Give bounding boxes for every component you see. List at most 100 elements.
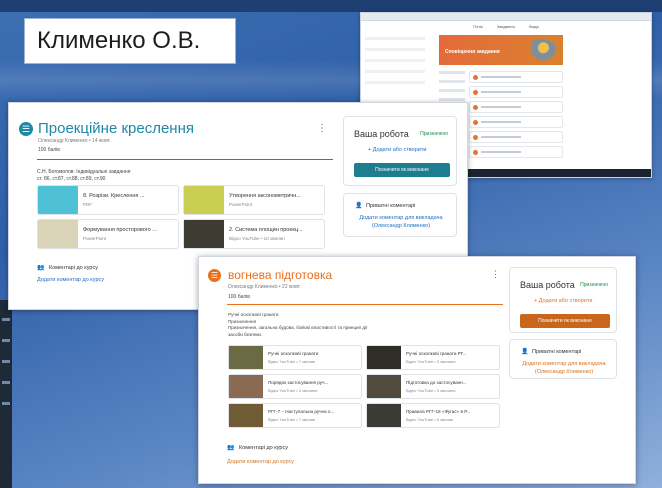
- status-badge: Призначено: [420, 131, 448, 137]
- mini-course-banner: Сповіщення завдання: [439, 35, 563, 65]
- add-or-create-button[interactable]: + Додати або створити: [534, 298, 592, 304]
- mini-stream-item: [469, 116, 563, 128]
- browser-chrome: [361, 13, 651, 21]
- private-comments-panel: 👤 Приватні коментарі Додати коментар для…: [343, 193, 457, 237]
- video-thumbnail: [229, 404, 263, 427]
- people-icon: 👥: [37, 265, 45, 271]
- video-attachment[interactable]: Підготовка до застосуванн... Відео YouTu…: [366, 374, 500, 399]
- attachment-thumbnail: [184, 220, 224, 248]
- description-line: засоби безпеки.: [228, 331, 263, 337]
- assignment-title: Проекційне креслення: [38, 120, 194, 137]
- video-thumbnail: [367, 375, 401, 398]
- attachment-item[interactable]: Утворення аксонометричн... PowerPoint: [183, 185, 325, 215]
- taskbar-fragment: [0, 300, 12, 488]
- attachment-item[interactable]: 8. Розрізи. Креслення ... PDF: [37, 185, 179, 215]
- class-comments-label: Коментарі до курсу: [49, 265, 98, 271]
- mini-tab: Потік: [473, 24, 483, 29]
- video-duration: Відео YouTube • 7 хвилин: [268, 359, 316, 364]
- attachment-thumbnail: [38, 186, 78, 214]
- title-divider: [37, 159, 333, 160]
- mini-tabs: Потік Завдання Люди: [361, 21, 651, 31]
- attachment-type: PowerPoint: [83, 236, 107, 241]
- description-line: С.Н. Богомолов: Індивідуальні завдання: [37, 169, 131, 175]
- title-divider: [227, 304, 503, 305]
- slide-top-stripe: [0, 0, 662, 12]
- your-work-title: Ваша робота: [354, 129, 409, 139]
- assignment-description: Ручні осколкові гранати Призначення Приз…: [228, 312, 408, 338]
- video-title: Ручні осколкові гранати РГ...: [406, 351, 467, 356]
- private-comments-title: Приватні коментарі: [532, 349, 582, 355]
- mini-banner-title: Сповіщення завдання: [445, 49, 500, 55]
- status-badge: Призначено: [580, 282, 608, 288]
- private-comments-title: Приватні коментарі: [366, 203, 416, 209]
- person-icon: 👤: [521, 349, 529, 355]
- mini-stream-item: [469, 146, 563, 158]
- video-attachment[interactable]: Правила РГГ-18 «Фугас» в Р... Відео YouT…: [366, 403, 500, 428]
- video-title: Порядок застосування руч...: [268, 380, 329, 385]
- add-class-comment-link[interactable]: Додати коментар до курсу: [227, 459, 294, 465]
- video-thumbnail: [367, 346, 401, 369]
- assignment-meta: Олександр Клименко • 14 жовт.: [38, 138, 111, 144]
- video-thumbnail: [229, 346, 263, 369]
- attachment-type: PDF: [83, 202, 92, 207]
- video-attachment[interactable]: Ручні осколкові гранати РГ... Відео YouT…: [366, 345, 500, 370]
- mini-sidebar: [365, 37, 425, 92]
- attachment-thumbnail: [38, 220, 78, 248]
- class-comments-label: Коментарі до курсу: [239, 445, 288, 451]
- assignment-title: вогнева підготовка: [228, 268, 333, 282]
- more-vert-icon[interactable]: ⋮: [491, 269, 500, 280]
- attachment-type: Відео YouTube • 10 хвилин: [229, 236, 285, 241]
- attachment-item[interactable]: Формування просторового ... PowerPoint: [37, 219, 179, 249]
- mini-tab: Люди: [528, 24, 539, 29]
- attachment-title: 8. Розрізи. Креслення ...: [83, 193, 145, 199]
- add-or-create-button[interactable]: + Додати або створити: [368, 147, 426, 153]
- video-duration: Відео YouTube • 3 хвилини: [406, 388, 456, 393]
- description-line: ст. 86, ст.87, ст.88, ст.89, ст.90: [37, 176, 106, 182]
- add-private-comment-link[interactable]: Додати коментар для викладача (Олександр…: [350, 214, 452, 230]
- assignment-points: 100 балів: [38, 147, 60, 153]
- your-work-panel: Ваша робота Призначено + Додати або ство…: [509, 267, 617, 333]
- add-private-comment-link[interactable]: Додати коментар для викладача (Олександр…: [516, 360, 612, 376]
- video-title: РГГ-7 – Наступальна ручна о...: [268, 409, 335, 414]
- video-attachment[interactable]: Ручні осколкові гранати Відео YouTube • …: [228, 345, 362, 370]
- video-attachment[interactable]: РГГ-7 – Наступальна ручна о... Відео You…: [228, 403, 362, 428]
- video-duration: Відео YouTube • 7 хвилин: [268, 417, 316, 422]
- mini-stream-item: [469, 101, 563, 113]
- banner-illustration: [523, 39, 557, 61]
- private-comments-panel: 👤 Приватні коментарі Додати коментар для…: [509, 339, 617, 379]
- mini-stream-item: [469, 71, 563, 83]
- attachment-thumbnail: [184, 186, 224, 214]
- video-title: Правила РГГ-18 «Фугас» в Р...: [406, 409, 471, 414]
- author-label: Клименко О.В.: [24, 18, 236, 64]
- video-duration: Відео YouTube • 5 хвилин: [406, 417, 454, 422]
- video-duration: Відео YouTube • 3 хвилини: [406, 359, 456, 364]
- video-title: Ручні осколкові гранати: [268, 351, 319, 356]
- mini-stream-item: [469, 86, 563, 98]
- your-work-panel: Ваша робота Призначено + Додати або ство…: [343, 116, 457, 186]
- attachment-type: PowerPoint: [229, 202, 253, 207]
- video-attachment[interactable]: Порядок застосування руч... Відео YouTub…: [228, 374, 362, 399]
- attachment-title: Формування просторового ...: [83, 227, 157, 233]
- assignment-description: С.Н. Богомолов: Індивідуальні завдання с…: [37, 169, 130, 183]
- video-duration: Відео YouTube • 4 хвилини: [268, 388, 318, 393]
- video-thumbnail: [367, 404, 401, 427]
- assignment-meta: Олександр Клименко • 22 жовт.: [228, 284, 301, 290]
- attachment-title: Утворення аксонометричн...: [229, 193, 301, 199]
- attachment-title: 2. Система площин проекц...: [229, 227, 303, 233]
- more-vert-icon[interactable]: ⋮: [317, 123, 327, 134]
- assignment-icon: ☰: [208, 269, 221, 282]
- assignment-card-fire-training: ☰ вогнева підготовка Олександр Клименко …: [198, 256, 636, 484]
- video-thumbnail: [229, 375, 263, 398]
- assignment-icon: ☰: [19, 122, 33, 136]
- mark-done-button[interactable]: Позначити як виконане: [520, 314, 610, 328]
- mini-stream: [469, 71, 563, 161]
- assignment-points: 100 балів: [228, 294, 250, 300]
- mini-tab: Завдання: [496, 24, 515, 29]
- add-class-comment-link[interactable]: Додати коментар до курсу: [37, 277, 104, 283]
- person-icon: 👤: [355, 203, 363, 209]
- people-icon: 👥: [227, 445, 235, 451]
- mark-done-button[interactable]: Позначити як виконане: [354, 163, 450, 177]
- attachment-item[interactable]: 2. Система площин проекц... Відео YouTub…: [183, 219, 325, 249]
- your-work-title: Ваша робота: [520, 280, 575, 290]
- video-title: Підготовка до застосуванн...: [406, 380, 467, 385]
